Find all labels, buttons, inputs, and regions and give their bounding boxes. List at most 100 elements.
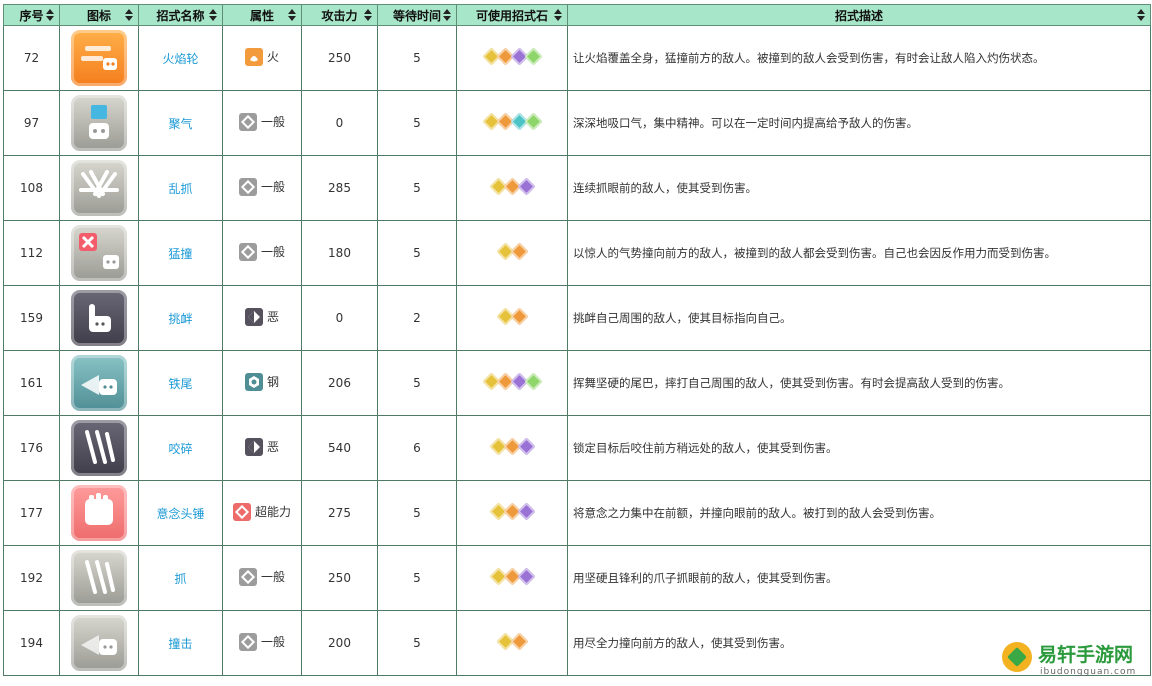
move-name-link[interactable]: 撞击 <box>168 637 192 651</box>
tackle-icon <box>71 615 127 671</box>
move-name-link[interactable]: 意念头锤 <box>156 507 204 521</box>
cell-name: 聚气 <box>138 90 223 156</box>
move-stones <box>495 242 529 261</box>
cell-wait: 5 <box>377 610 457 676</box>
type-text: 超能力 <box>254 505 291 519</box>
cell-wait: 5 <box>377 350 457 416</box>
watermark-title: 易轩手游网 <box>1038 644 1134 666</box>
type-text: 钢 <box>266 375 279 389</box>
sort-header-name[interactable]: 招式名称 <box>138 4 223 26</box>
cell-id: 159 <box>3 285 60 351</box>
orange-stone-icon <box>509 632 529 651</box>
cell-wait: 2 <box>377 285 457 351</box>
take-down-icon <box>71 225 127 281</box>
dark-type-icon <box>244 307 263 326</box>
cell-wait: 5 <box>377 25 457 91</box>
cell-name: 抓 <box>138 545 223 611</box>
green-stone-icon <box>523 112 543 131</box>
cell-description: 深深地吸口气，集中精神。可以在一定时间内提高给予敌人的伤害。 <box>567 90 1151 156</box>
cell-description: 用坚硬且锋利的爪子抓眼前的敌人，使其受到伤害。 <box>567 545 1151 611</box>
move-name-link[interactable]: 咬碎 <box>168 442 192 456</box>
type-label: 超能力 <box>232 502 291 521</box>
header-label: 招式描述 <box>834 8 883 23</box>
sort-header-power[interactable]: 攻击力 <box>301 4 378 26</box>
move-name-link[interactable]: 铁尾 <box>168 377 192 391</box>
type-text: 火 <box>266 50 279 64</box>
type-text: 一般 <box>260 570 285 584</box>
sort-arrows-icon[interactable] <box>209 9 217 21</box>
taunt-icon <box>71 290 127 346</box>
cell-type: 恶 <box>222 415 302 481</box>
table-row: 194 撞击 一般 200 5 用尽全力撞向前方的敌人，使其受到伤害。 <box>3 610 1151 676</box>
move-name-link[interactable]: 乱抓 <box>168 182 192 196</box>
sort-header-type[interactable]: 属性 <box>222 4 302 26</box>
cell-power: 275 <box>301 480 378 546</box>
cell-type: 超能力 <box>222 480 302 546</box>
cell-name: 铁尾 <box>138 350 223 416</box>
watermark: 易轩手游网 ibudongguan.com <box>1000 638 1146 684</box>
cell-type: 火 <box>222 25 302 91</box>
cell-description: 锁定目标后咬住前方稍远处的敌人，使其受到伤害。 <box>567 415 1151 481</box>
cell-power: 540 <box>301 415 378 481</box>
cell-type: 一般 <box>222 545 302 611</box>
sort-arrows-icon[interactable] <box>46 9 54 21</box>
move-name-link[interactable]: 抓 <box>174 572 186 586</box>
cell-id: 176 <box>3 415 60 481</box>
cell-wait: 5 <box>377 90 457 156</box>
sort-arrows-icon[interactable] <box>364 9 372 21</box>
cell-power: 0 <box>301 90 378 156</box>
cell-description: 以惊人的气势撞向前方的敌人，被撞到的敌人都会受到伤害。自己也会因反作用力而受到伤… <box>567 220 1151 286</box>
sort-header-id[interactable]: 序号 <box>3 4 60 26</box>
purple-stone-icon <box>516 437 536 456</box>
cell-stones <box>456 285 568 351</box>
sort-arrows-icon[interactable] <box>125 9 133 21</box>
type-label: 一般 <box>238 242 285 261</box>
type-text: 恶 <box>266 310 279 324</box>
header-label: 攻击力 <box>321 8 358 23</box>
cell-power: 250 <box>301 545 378 611</box>
table-row: 97 聚气 一般 0 5 深深地吸口气，集中精神。可以在一定时间内提高给予敌人的伤害。 <box>3 90 1151 156</box>
cell-power: 180 <box>301 220 378 286</box>
sort-header-desc[interactable]: 招式描述 <box>567 4 1151 26</box>
move-name-link[interactable]: 挑衅 <box>168 312 192 326</box>
watermark-subtitle: ibudongguan.com <box>1040 667 1137 677</box>
table-row: 72 火焰轮 火 250 5 让火焰覆盖全身，猛撞前方的敌人。被撞到的敌人会受到伤害，有时… <box>3 25 1151 91</box>
moves-table: 序号 图标 招式名称 属性 攻击力 等待时间 可使用招式石 招式描述 72 火焰轮火 250 5 让火… <box>3 4 1151 676</box>
move-stones <box>488 177 536 196</box>
cell-stones <box>456 350 568 416</box>
cell-power: 250 <box>301 25 378 91</box>
type-label: 一般 <box>238 567 285 586</box>
cell-id: 112 <box>3 220 60 286</box>
header-label: 图标 <box>86 8 111 23</box>
move-name-link[interactable]: 火焰轮 <box>162 52 198 66</box>
sort-arrows-icon[interactable] <box>443 9 451 21</box>
sort-arrows-icon[interactable] <box>1137 9 1145 21</box>
sort-header-wait[interactable]: 等待时间 <box>377 4 457 26</box>
cell-type: 一般 <box>222 220 302 286</box>
cell-name: 挑衅 <box>138 285 223 351</box>
type-label: 一般 <box>238 112 285 131</box>
normal-type-icon <box>238 567 257 586</box>
psychic-type-icon <box>232 502 251 521</box>
sort-header-icon[interactable]: 图标 <box>59 4 139 26</box>
move-name-link[interactable]: 聚气 <box>168 117 192 131</box>
header-label: 等待时间 <box>392 8 441 23</box>
dark-type-icon <box>244 437 263 456</box>
cell-power: 0 <box>301 285 378 351</box>
type-text: 一般 <box>260 635 285 649</box>
type-label: 恶 <box>244 437 279 456</box>
move-stones <box>495 307 529 326</box>
cell-icon <box>59 480 139 546</box>
cell-description: 挑衅自己周围的敌人，使其目标指向自己。 <box>567 285 1151 351</box>
move-stones <box>488 567 536 586</box>
cell-type: 一般 <box>222 155 302 221</box>
sort-arrows-icon[interactable] <box>554 9 562 21</box>
sort-arrows-icon[interactable] <box>288 9 296 21</box>
green-stone-icon <box>523 372 543 391</box>
table-row: 176 咬碎 恶 540 6 锁定目标后咬住前方稍远处的敌人，使其受到伤害。 <box>3 415 1151 481</box>
sort-header-stones[interactable]: 可使用招式石 <box>456 4 568 26</box>
cell-type: 钢 <box>222 350 302 416</box>
cell-name: 咬碎 <box>138 415 223 481</box>
move-name-link[interactable]: 猛撞 <box>168 247 192 261</box>
type-text: 一般 <box>260 180 285 194</box>
